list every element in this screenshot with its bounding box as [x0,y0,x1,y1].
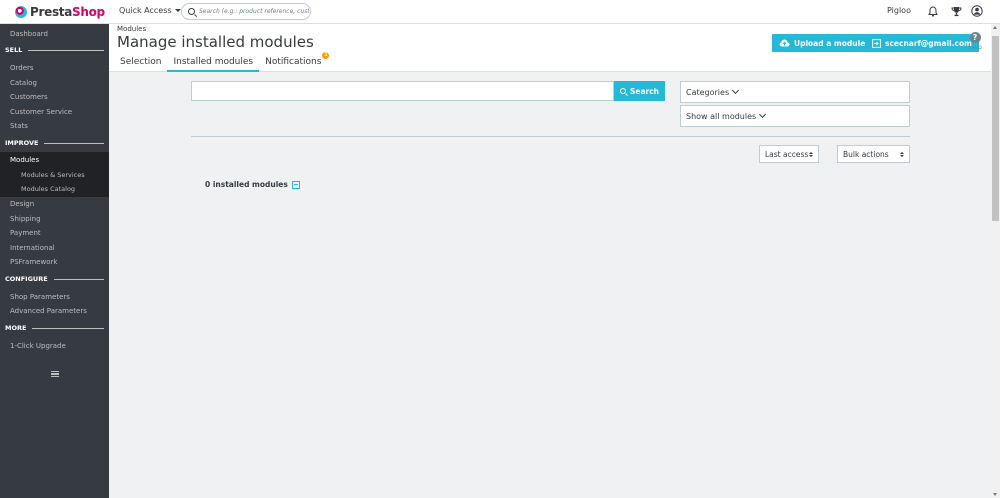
sidebar-section-more: MORE [5,324,104,332]
page-header: Modules Manage installed modules Selecti… [109,24,991,72]
scroll-up-arrow-icon[interactable] [993,26,997,29]
sidebar-item-shipping[interactable]: Shipping [10,215,41,223]
sort-select[interactable]: Last access [759,145,819,163]
help-button[interactable]: ? Help [968,32,982,51]
sidebar-subitem-modules-catalog[interactable]: Modules Catalog [21,185,75,193]
section-divider [32,327,104,329]
sidebar-section-configure: CONFIGURE [5,275,104,283]
collapse-toggle-icon[interactable] [291,180,300,189]
global-search-input[interactable] [199,8,309,15]
sidebar-section-sell: SELL [5,46,104,54]
search-button-label: Search [629,86,660,96]
module-search-button[interactable]: Search [614,81,665,101]
sort-select-label: Last access [765,149,809,159]
prestashop-logo-icon [15,6,27,18]
scrollbar-thumb[interactable] [992,36,999,221]
categories-label: Categories [686,87,730,97]
sidebar-item-dashboard[interactable]: Dashboard [10,30,48,38]
chevron-down-icon [759,110,767,119]
chevron-down-icon [732,86,740,95]
sidebar-collapse-menu-icon[interactable] [51,371,59,377]
section-label: CONFIGURE [5,275,48,283]
help-label: Help [968,44,982,51]
section-divider [28,49,104,51]
account-connect-button[interactable]: scecnarf@gmail.com [865,34,979,52]
trophy-icon[interactable] [950,5,962,17]
page-scrollbar[interactable] [991,24,1000,498]
sidebar-item-international[interactable]: International [10,244,55,252]
scroll-down-arrow-icon[interactable] [993,493,997,496]
sidebar-item-stats[interactable]: Stats [10,122,28,130]
quick-access-label: Quick Access [119,6,172,15]
content-divider [191,136,910,137]
logo-text-prefix: Presta [30,5,73,19]
bulk-actions-select[interactable]: Bulk actions [837,145,910,163]
show-all-modules-dropdown[interactable]: Show all modules [680,105,910,127]
select-arrows-icon [900,151,904,157]
bulk-actions-label: Bulk actions [843,149,889,159]
tab-installed-modules[interactable]: Installed modules [167,56,260,72]
upload-module-label: Upload a module [794,38,866,48]
logo-text: PrestaShop [30,5,105,19]
sidebar-item-customer-service[interactable]: Customer Service [10,108,72,116]
sidebar-subitem-modules-services[interactable]: Modules & Services [21,171,85,179]
quick-access-dropdown[interactable]: Quick Access [119,6,181,15]
sidebar-item-advanced-parameters[interactable]: Advanced Parameters [10,307,87,315]
sidebar-item-shop-parameters[interactable]: Shop Parameters [10,293,70,301]
sign-in-icon [872,38,881,48]
module-search-input[interactable] [191,81,614,101]
section-label: MORE [5,324,27,332]
global-search[interactable] [181,3,311,20]
cloud-upload-icon [779,39,790,47]
select-arrows-icon [809,151,813,157]
tab-label: Notifications [265,57,322,67]
caret-down-icon [174,9,181,12]
section-label: IMPROVE [5,139,39,147]
sidebar-item-catalog[interactable]: Catalog [10,79,37,87]
search-icon [188,8,195,15]
section-divider [44,142,104,144]
notification-badge: 1 [322,52,330,59]
show-all-modules-label: Show all modules [686,111,757,121]
sidebar-item-orders[interactable]: Orders [10,64,34,72]
account-email-label: scecnarf@gmail.com [885,38,972,48]
installed-modules-count: 0 installed modules [205,180,300,189]
user-icon[interactable] [971,5,983,17]
page-title: Manage installed modules [117,33,314,51]
search-icon [619,88,626,94]
page-tabs: Selection Installed modules Notification… [109,52,330,72]
shop-name-link[interactable]: Pigloo [887,6,911,15]
help-icon: ? [969,32,981,43]
bell-icon[interactable] [927,5,939,17]
section-label: SELL [5,46,23,54]
section-divider [53,278,104,280]
top-bar: PrestaShop Quick Access Pigloo [0,0,1000,24]
sidebar-item-design[interactable]: Design [10,200,34,208]
sidebar-item-customers[interactable]: Customers [10,93,48,101]
sidebar-item-1-click-upgrade[interactable]: 1-Click Upgrade [10,342,66,350]
prestashop-logo[interactable]: PrestaShop [15,4,105,20]
tab-selection[interactable]: Selection [114,56,167,72]
sidebar: Dashboard SELL Orders Catalog Customers … [0,24,109,498]
sidebar-section-improve: IMPROVE [5,139,104,147]
tab-label: Selection [120,57,162,67]
sidebar-item-payment[interactable]: Payment [10,229,41,237]
categories-dropdown[interactable]: Categories [680,81,910,103]
sidebar-item-modules[interactable]: Modules [10,156,39,164]
logo-text-suffix: Shop [72,5,105,19]
installed-count-label: 0 installed modules [205,180,288,189]
sidebar-item-psframework[interactable]: PSFramework [10,258,57,266]
breadcrumb[interactable]: Modules [117,25,146,33]
tab-label: Installed modules [173,57,254,67]
tab-notifications[interactable]: Notifications 1 [259,52,330,72]
upload-module-button[interactable]: Upload a module [772,34,873,52]
